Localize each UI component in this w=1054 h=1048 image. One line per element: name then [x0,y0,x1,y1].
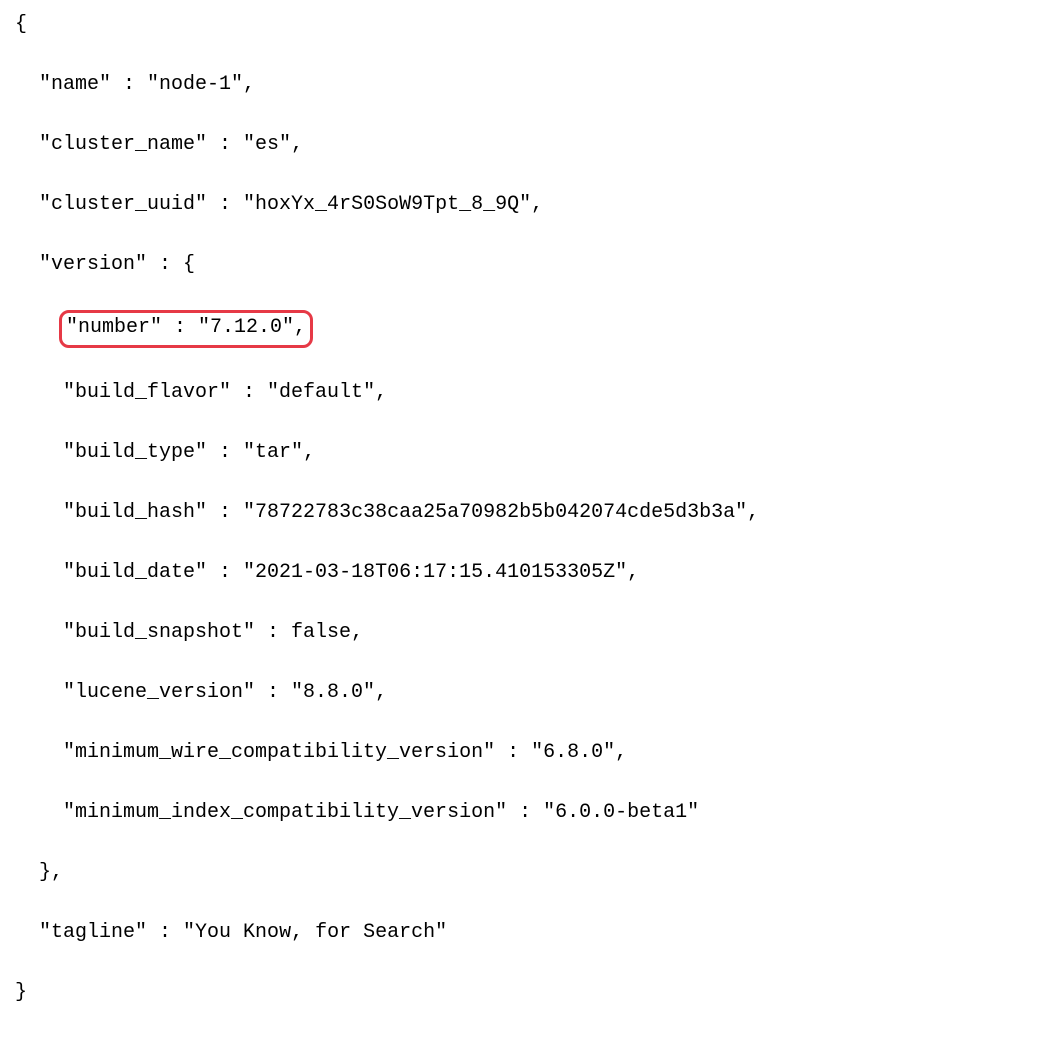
line-build-type: "build_type" : "tar", [15,438,1039,468]
line-version-close: }, [15,858,1039,888]
highlight-version-number: "number" : "7.12.0", [59,310,313,348]
line-open-brace: { [15,10,1039,40]
line-name: "name" : "node-1", [15,70,1039,100]
json-output: { "name" : "node-1", "cluster_name" : "e… [15,10,1039,1038]
line-min-index: "minimum_index_compatibility_version" : … [15,798,1039,828]
line-min-wire: "minimum_wire_compatibility_version" : "… [15,738,1039,768]
line-version-open: "version" : { [15,250,1039,280]
line-cluster-uuid: "cluster_uuid" : "hoxYx_4rS0SoW9Tpt_8_9Q… [15,190,1039,220]
line-build-snapshot: "build_snapshot" : false, [15,618,1039,648]
line-build-flavor: "build_flavor" : "default", [15,378,1039,408]
line-build-hash: "build_hash" : "78722783c38caa25a70982b5… [15,498,1039,528]
line-close-brace: } [15,978,1039,1008]
line-cluster-name: "cluster_name" : "es", [15,130,1039,160]
line-build-date: "build_date" : "2021-03-18T06:17:15.4101… [15,558,1039,588]
line-lucene-version: "lucene_version" : "8.8.0", [15,678,1039,708]
line-number: "number" : "7.12.0", [15,310,1039,348]
line-tagline: "tagline" : "You Know, for Search" [15,918,1039,948]
